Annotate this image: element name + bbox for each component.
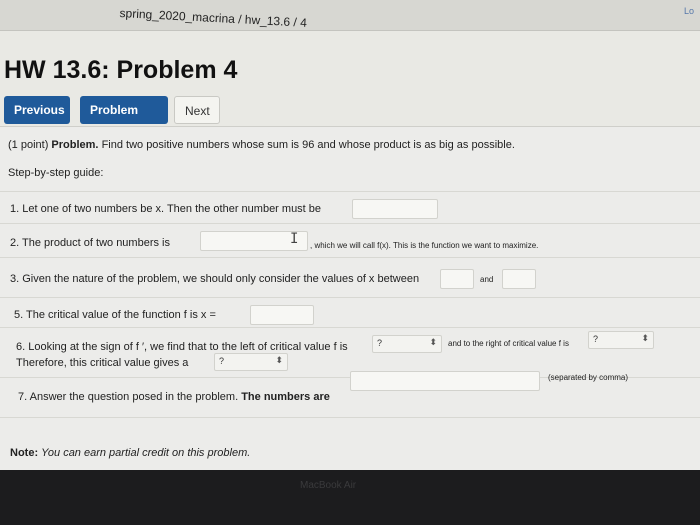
lower-bound-input[interactable]	[440, 269, 474, 289]
divider	[0, 191, 700, 192]
step-2-tail-text: , which we will call f(x). This is the f…	[310, 241, 539, 250]
problem-statement: (1 point) Problem. Find two positive num…	[8, 139, 515, 151]
problem-list-button[interactable]: Problem List	[80, 96, 168, 145]
select-arrow-icon: ⬍	[275, 355, 283, 365]
separated-hint: (separated by comma)	[548, 373, 629, 382]
step-3-and-text: and	[480, 275, 494, 284]
corner-link[interactable]: Lo	[684, 6, 694, 16]
divider	[0, 257, 700, 258]
step-6-left-text: 6. Looking at the sign of f ′, we find t…	[16, 341, 348, 353]
select-arrow-icon: ⬍	[429, 337, 437, 347]
step-1-text: 1. Let one of two numbers be x. Then the…	[10, 203, 322, 215]
breadcrumb[interactable]: spring_2020_macrina / hw_13.6 / 4	[119, 6, 307, 30]
divider	[0, 417, 700, 418]
step-6-gives-text: Therefore, this critical value gives a	[16, 357, 189, 369]
step-guide-label: Step-by-step guide:	[8, 167, 104, 179]
step-6-right-text: and to the right of critical value f is	[448, 339, 569, 348]
critical-value-input[interactable]	[250, 305, 314, 325]
previous-button[interactable]: Previous	[4, 96, 70, 124]
left-behavior-select[interactable]: ? ⬍	[372, 335, 442, 353]
right-behavior-select[interactable]: ? ⬍	[588, 331, 654, 349]
problem-panel: (1 point) Problem. Find two positive num…	[0, 126, 700, 470]
divider	[0, 327, 700, 328]
divider	[0, 223, 700, 224]
numbers-answer-input[interactable]	[350, 371, 540, 391]
step-3-text: 3. Given the nature of the problem, we s…	[10, 273, 420, 285]
other-number-input[interactable]	[352, 199, 438, 219]
top-bar: spring_2020_macrina / hw_13.6 / 4 Lo	[0, 0, 700, 31]
laptop-bezel-label: MacBook Air	[300, 480, 357, 491]
select-arrow-icon: ⬍	[641, 333, 649, 343]
step-5-text: 5. The critical value of the function f …	[14, 309, 216, 321]
upper-bound-input[interactable]	[502, 269, 536, 289]
partial-credit-note: Note: You can earn partial credit on thi…	[10, 447, 251, 459]
step-2-text: 2. The product of two numbers is	[10, 237, 170, 249]
divider	[0, 297, 700, 298]
browser-screen: spring_2020_macrina / hw_13.6 / 4 Lo HW …	[0, 0, 700, 470]
step-7-text: 7. Answer the question posed in the prob…	[18, 391, 330, 403]
page-title: HW 13.6: Problem 4	[4, 56, 238, 84]
next-button[interactable]: Next	[174, 96, 220, 124]
text-cursor-icon: I	[290, 231, 299, 247]
extremum-type-select[interactable]: ? ⬍	[214, 353, 288, 371]
